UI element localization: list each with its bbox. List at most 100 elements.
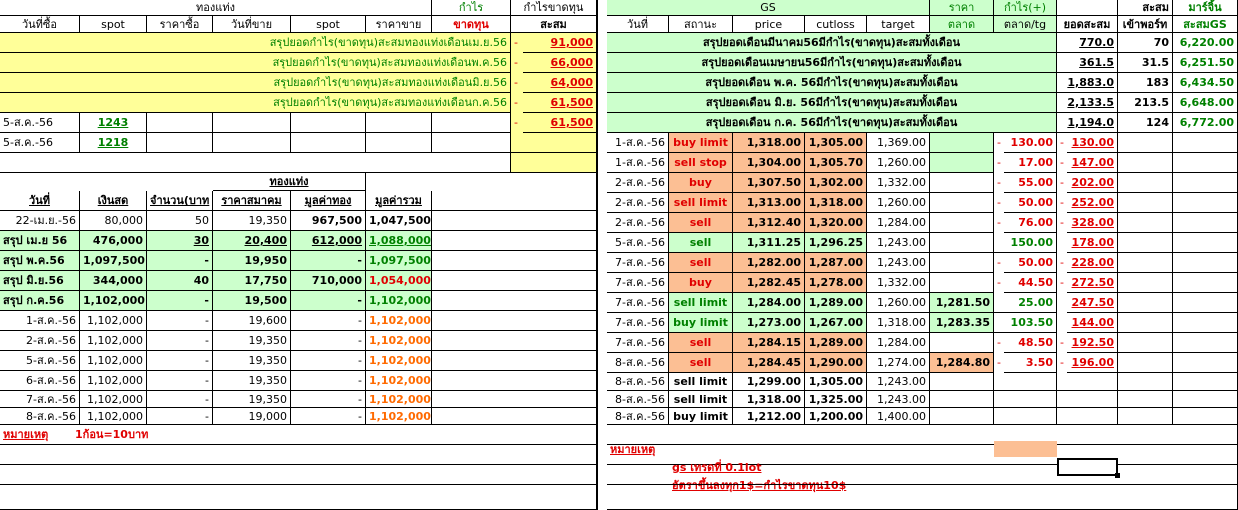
summary-value[interactable]: 66,000 <box>523 53 597 73</box>
trade-status[interactable]: sell <box>669 233 733 253</box>
trade-date[interactable]: 2-ส.ค.-56 <box>607 173 669 193</box>
empty-cell[interactable] <box>291 113 366 133</box>
empty-cell[interactable] <box>432 113 511 133</box>
trade-profit[interactable]: 17.00 <box>1004 153 1057 173</box>
summary-value[interactable]: 64,000 <box>523 73 597 93</box>
empty-cell[interactable] <box>432 331 597 351</box>
gold-col-total[interactable]: มูลค่ารวม <box>366 191 432 211</box>
trade-profit[interactable] <box>994 408 1057 425</box>
gold-date[interactable]: 7-ส.ค.-56 <box>0 391 80 408</box>
gs-summary-label[interactable]: สรุปยอดเดือนเมษายน56มีกำไร(ขาดทุน)สะสมทั… <box>607 53 1057 73</box>
gold-cash[interactable]: 1,102,000 <box>80 311 147 331</box>
col-header-loss[interactable]: ขาดทุน <box>432 16 511 33</box>
empty-cell[interactable] <box>1118 173 1173 193</box>
trade-target[interactable]: 1,369.00 <box>867 133 930 153</box>
gs-summary-label[interactable]: สรุปยอดเดือนมีนาคม56มีกำไร(ขาดทุน)สะสมทั… <box>607 33 1057 53</box>
trade-market[interactable] <box>930 133 994 153</box>
header-margin[interactable]: มาร์จิ้น <box>1173 0 1238 16</box>
gold-qty[interactable]: 50 <box>147 211 213 231</box>
gold-date[interactable]: 1-ส.ค.-56 <box>0 311 80 331</box>
trade-market[interactable]: 1,283.35 <box>930 313 994 333</box>
trade-cutloss[interactable]: 1,289.00 <box>805 293 867 313</box>
header-price[interactable]: ราคา <box>930 0 994 16</box>
empty-cell[interactable] <box>1173 253 1238 273</box>
empty-cell[interactable] <box>1173 373 1238 391</box>
gold-value[interactable]: - <box>291 311 366 331</box>
trade-target[interactable]: 1,260.00 <box>867 193 930 213</box>
trade-dash[interactable]: - <box>994 273 1004 293</box>
gold-price[interactable]: 19,350 <box>213 331 291 351</box>
gold-qty[interactable]: - <box>147 331 213 351</box>
header-profit[interactable]: กำไร(+) <box>994 0 1057 16</box>
gs-summary-ports[interactable]: 70 <box>1118 33 1173 53</box>
empty-cell[interactable] <box>432 371 597 391</box>
gold-value[interactable]: - <box>291 351 366 371</box>
gs-summary-gs[interactable]: 6,772.00 <box>1173 113 1238 133</box>
trade-date[interactable]: 7-ส.ค.-56 <box>607 293 669 313</box>
trade-cutloss[interactable]: 1,320.00 <box>805 213 867 233</box>
gold-total[interactable]: 1,102,000 <box>366 351 432 371</box>
open-date[interactable]: 5-ส.ค.-56 <box>0 133 80 153</box>
empty-cell[interactable] <box>1118 153 1173 173</box>
trade-cutloss[interactable]: 1,305.00 <box>805 373 867 391</box>
trade-accum-dash[interactable]: - <box>1057 193 1067 213</box>
gs-summary-total[interactable]: 361.5 <box>1057 53 1118 73</box>
trade-market[interactable] <box>930 213 994 233</box>
trade-accum[interactable] <box>1057 408 1118 425</box>
gold-value[interactable]: - <box>291 391 366 408</box>
trade-price[interactable]: 1,273.00 <box>733 313 805 333</box>
empty-cell[interactable] <box>213 113 291 133</box>
gs-summary-label[interactable]: สรุปยอดเดือน มิ.ย. 56มีกำไร(ขาดทุน)สะสมท… <box>607 93 1057 113</box>
trade-price[interactable]: 1,282.45 <box>733 273 805 293</box>
summary-dash[interactable]: - <box>511 33 523 53</box>
col-header-sell_price[interactable]: ราคาขาย <box>366 16 432 33</box>
gold-date[interactable]: สรุป ก.ค.56 <box>0 291 80 311</box>
col-header-cutloss[interactable]: cutloss <box>805 16 867 33</box>
gs-summary-gs[interactable]: 6,220.00 <box>1173 33 1238 53</box>
gold-value[interactable]: 967,500 <box>291 211 366 231</box>
trade-profit[interactable]: 48.50 <box>1004 333 1057 353</box>
trade-market[interactable] <box>930 173 994 193</box>
gold-value[interactable]: - <box>291 291 366 311</box>
col-header-ports[interactable]: เข้าพอร์ท <box>1118 16 1173 33</box>
trade-price[interactable]: 1,313.00 <box>733 193 805 213</box>
gold-col-qty[interactable]: จำนวน(บาท <box>147 191 213 211</box>
gold-total[interactable]: 1,102,000 <box>366 311 432 331</box>
trade-price[interactable]: 1,284.45 <box>733 353 805 373</box>
trade-accum-dash[interactable]: - <box>1057 353 1067 373</box>
trade-cutloss[interactable]: 1,305.00 <box>805 133 867 153</box>
gold-value[interactable]: - <box>291 331 366 351</box>
empty-row[interactable] <box>0 485 597 510</box>
gold-date[interactable]: 22-เม.ย.-56 <box>0 211 80 231</box>
gs-summary-ports[interactable]: 124 <box>1118 113 1173 133</box>
gold-cash[interactable]: 1,102,000 <box>80 408 147 425</box>
empty-cell[interactable] <box>1118 253 1173 273</box>
summary-label[interactable]: สรุปยอดกำไร(ขาดทุน)สะสมทองแท่งเดือนมิ.ย.… <box>0 73 511 93</box>
col-header-status[interactable]: สถานะ <box>669 16 733 33</box>
gold-col-cash[interactable]: เงินสด <box>80 191 147 211</box>
trade-date[interactable]: 5-ส.ค.-56 <box>607 233 669 253</box>
trade-date[interactable]: 7-ส.ค.-56 <box>607 333 669 353</box>
trade-date[interactable]: 8-ส.ค.-56 <box>607 373 669 391</box>
col-header-market_tg[interactable]: ตลาด/tg <box>994 16 1057 33</box>
trade-cutloss[interactable]: 1,325.00 <box>805 391 867 408</box>
trade-status[interactable]: buy <box>669 173 733 193</box>
summary-dash[interactable]: - <box>511 93 523 113</box>
summary-dash[interactable]: - <box>511 53 523 73</box>
empty-cell[interactable] <box>147 133 213 153</box>
trade-price[interactable]: 1,284.00 <box>733 293 805 313</box>
trade-date[interactable]: 1-ส.ค.-56 <box>607 133 669 153</box>
trade-dash[interactable]: - <box>994 153 1004 173</box>
trade-dash[interactable]: - <box>994 173 1004 193</box>
trade-market[interactable]: 1,281.50 <box>930 293 994 313</box>
header-accum[interactable]: สะสม <box>1118 0 1173 16</box>
trade-accum[interactable]: 247.50 <box>1067 293 1118 313</box>
trade-accum[interactable]: 228.00 <box>1067 253 1118 273</box>
empty-cell[interactable] <box>1173 193 1238 213</box>
col-header-accum_total[interactable]: ยอดสะสม <box>1057 16 1118 33</box>
trade-target[interactable]: 1,243.00 <box>867 233 930 253</box>
trade-cutloss[interactable]: 1,318.00 <box>805 193 867 213</box>
gold-total[interactable]: 1,102,000 <box>366 391 432 408</box>
trade-market[interactable] <box>930 253 994 273</box>
trade-target[interactable]: 1,332.00 <box>867 273 930 293</box>
